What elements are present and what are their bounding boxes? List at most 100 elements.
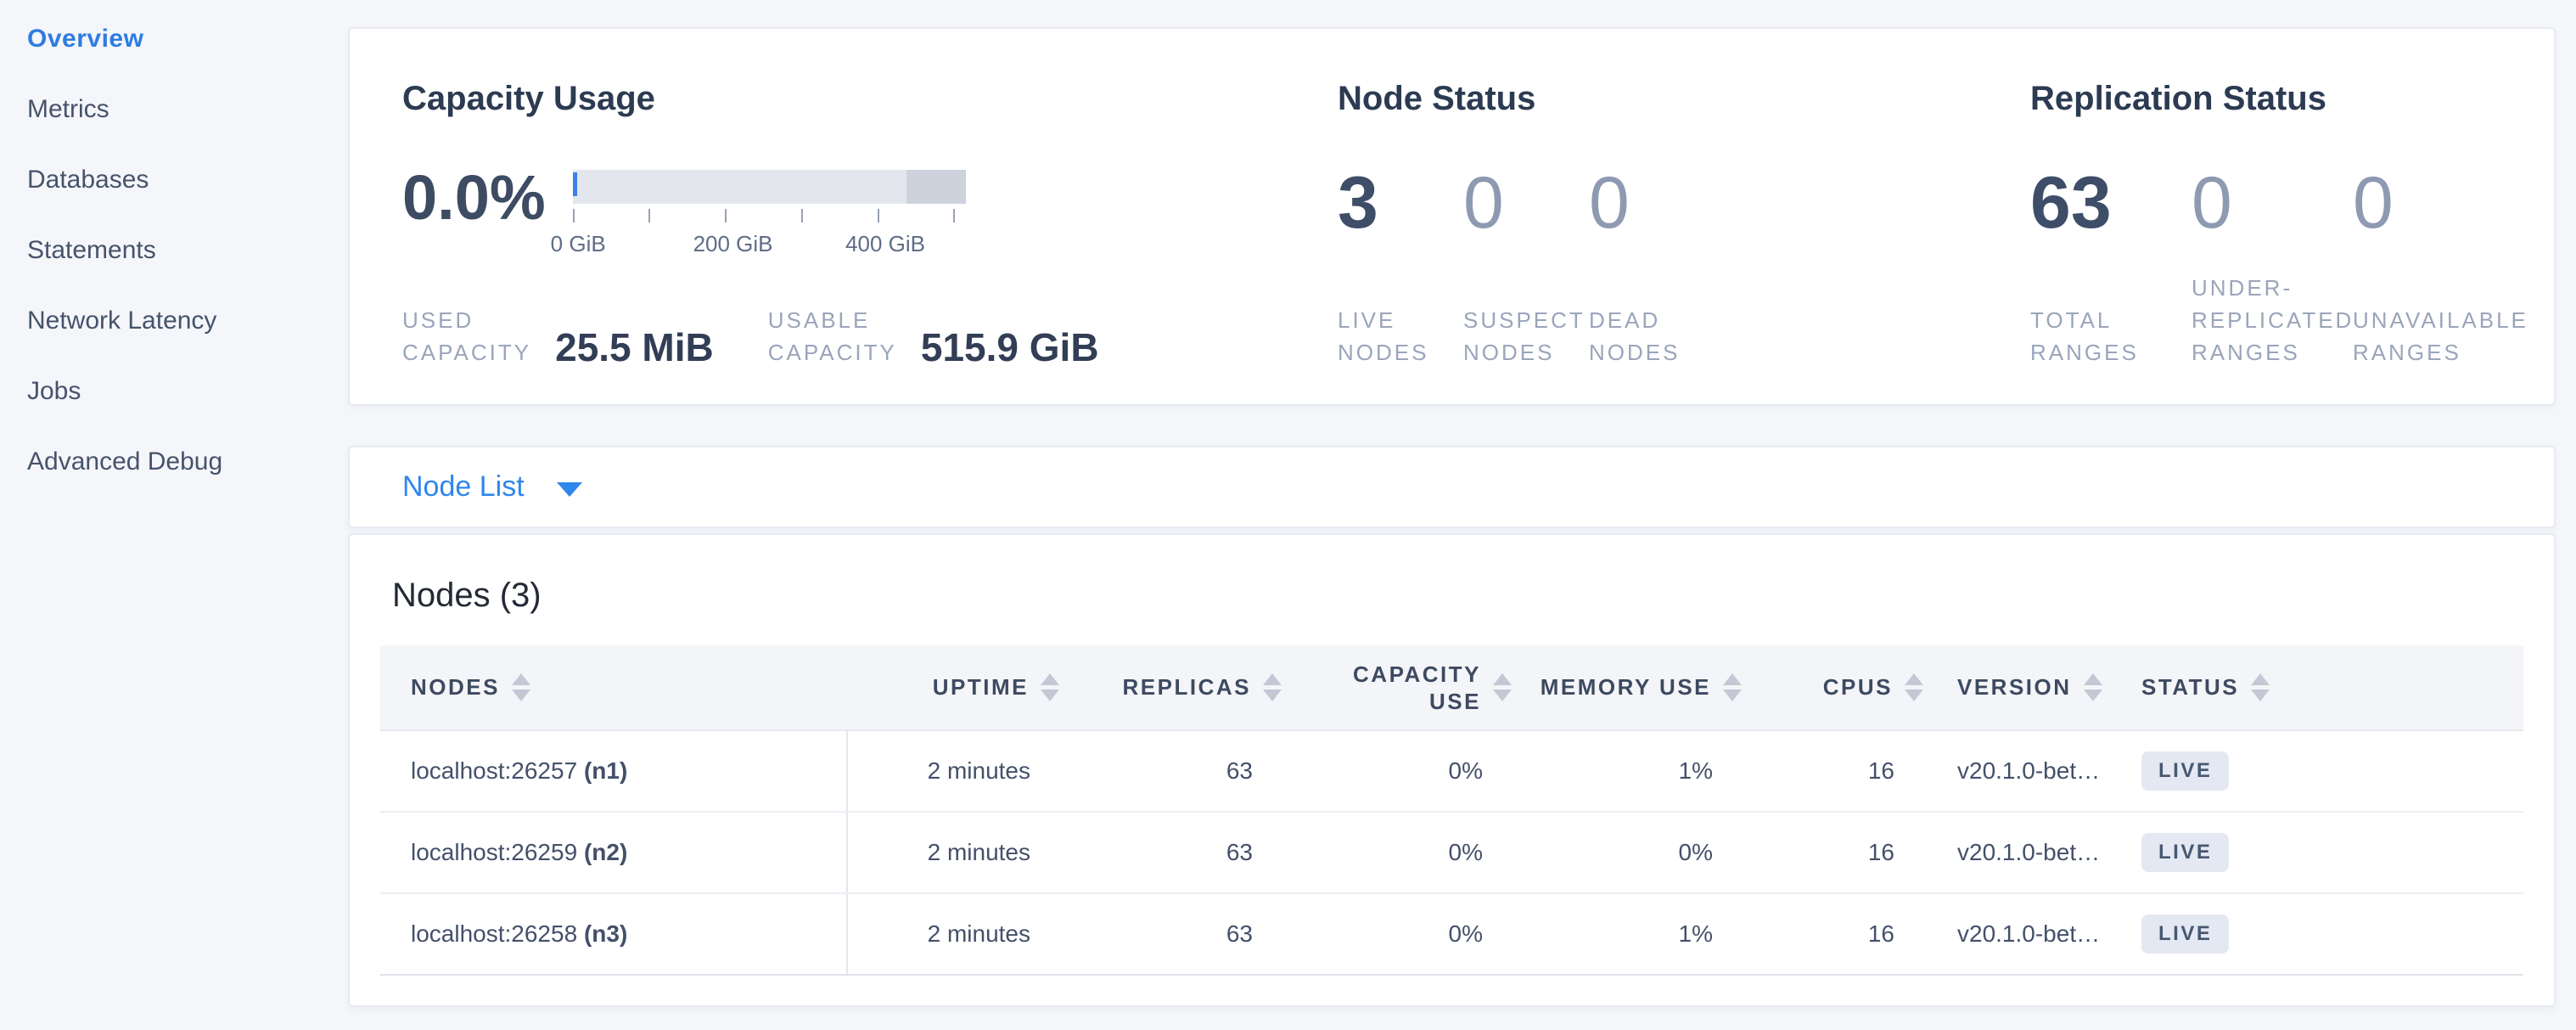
cpus-cell: 16 xyxy=(1742,893,1923,975)
suspect-nodes-value: 0 xyxy=(1463,166,1589,239)
gauge-tick xyxy=(878,209,879,222)
usable-capacity-label: USABLE CAPACITY xyxy=(768,304,897,369)
node-list-selector[interactable]: Node List xyxy=(402,470,582,504)
status-badge: LIVE xyxy=(2141,915,2229,954)
total-ranges-value: 63 xyxy=(2030,166,2192,239)
status-cell: LIVE xyxy=(2107,893,2523,975)
column-header-cpus[interactable]: CPUS xyxy=(1742,645,1923,730)
gauge-tick xyxy=(953,209,955,222)
version-cell: v20.1.0-bet… xyxy=(1923,812,2107,893)
uptime-cell: 2 minutes xyxy=(847,893,1059,975)
live-nodes-label: LIVE NODES xyxy=(1338,304,1463,369)
status-badge: LIVE xyxy=(2141,833,2229,872)
sort-icon xyxy=(512,673,530,701)
uptime-cell: 2 minutes xyxy=(847,812,1059,893)
sort-icon xyxy=(1493,673,1512,701)
node-status-section: Node Status 3 LIVE NODES 0 SUSPECT NODES… xyxy=(1338,78,2030,369)
node-id: (n1) xyxy=(584,757,627,784)
table-header-row: NODES UPTIME REPLICAS CAPACITY USE MEMOR… xyxy=(380,645,2523,730)
uptime-cell: 2 minutes xyxy=(847,730,1059,812)
nodes-table-card: Nodes (3) NODES UPTIME REPLICAS xyxy=(348,533,2556,1007)
memory-use-cell: 0% xyxy=(1512,812,1742,893)
usable-capacity-value: 515.9 GiB xyxy=(921,328,1099,367)
capacity-used-percent: 0.0% xyxy=(402,166,546,258)
node-address-cell: localhost:26257 (n1) xyxy=(380,730,847,812)
sidebar-item-advanced-debug[interactable]: Advanced Debug xyxy=(27,445,348,479)
under-replicated-ranges-stat: 0 UNDER- REPLICATED RANGES xyxy=(2192,166,2353,369)
gauge-ticks xyxy=(573,209,966,224)
sidebar-item-overview[interactable]: Overview xyxy=(27,22,348,56)
gauge-tick xyxy=(573,209,575,222)
sort-icon xyxy=(1041,673,1059,701)
column-header-capacity-use[interactable]: CAPACITY USE xyxy=(1282,645,1512,730)
column-header-memory-use[interactable]: MEMORY USE xyxy=(1512,645,1742,730)
gauge-axis-labels: 0 GiB200 GiB400 GiB xyxy=(573,231,966,258)
cpus-cell: 16 xyxy=(1742,812,1923,893)
under-replicated-ranges-label: UNDER- REPLICATED RANGES xyxy=(2192,272,2353,369)
node-id: (n2) xyxy=(584,839,627,865)
gauge-axis-label: 400 GiB xyxy=(845,231,925,257)
status-cell: LIVE xyxy=(2107,812,2523,893)
nodes-table-title: Nodes (3) xyxy=(392,576,2523,615)
capacity-gauge-bar xyxy=(573,170,966,204)
sort-icon xyxy=(1905,673,1923,701)
node-address: localhost:26258 xyxy=(411,920,577,947)
capacity-usage-section: Capacity Usage 0.0% 0 GiB200 GiB400 GiB … xyxy=(402,78,1338,369)
replicas-cell: 63 xyxy=(1059,893,1282,975)
memory-use-cell: 1% xyxy=(1512,730,1742,812)
node-address-cell: localhost:26258 (n3) xyxy=(380,893,847,975)
column-label: MEMORY USE xyxy=(1541,674,1711,701)
capacity-use-cell: 0% xyxy=(1282,893,1512,975)
node-address-cell: localhost:26259 (n2) xyxy=(380,812,847,893)
sidebar-item-jobs[interactable]: Jobs xyxy=(27,374,348,408)
column-label: CPUS xyxy=(1823,674,1893,701)
replicas-cell: 63 xyxy=(1059,812,1282,893)
unavailable-ranges-label: UNAVAILABLE RANGES xyxy=(2353,304,2514,369)
used-capacity-stat: USED CAPACITY 25.5 MiB xyxy=(402,304,714,369)
capacity-gauge: 0 GiB200 GiB400 GiB xyxy=(573,170,966,258)
unavailable-ranges-stat: 0 UNAVAILABLE RANGES xyxy=(2353,166,2514,369)
gauge-tick xyxy=(725,209,727,222)
suspect-nodes-label: SUSPECT NODES xyxy=(1463,304,1589,369)
node-address: localhost:26257 xyxy=(411,757,577,784)
column-header-replicas[interactable]: REPLICAS xyxy=(1059,645,1282,730)
column-label: NODES xyxy=(411,674,500,701)
column-header-nodes[interactable]: NODES xyxy=(380,645,847,730)
status-cell: LIVE xyxy=(2107,730,2523,812)
capacity-use-cell: 0% xyxy=(1282,730,1512,812)
dead-nodes-stat: 0 DEAD NODES xyxy=(1589,166,1715,369)
status-badge: LIVE xyxy=(2141,751,2229,791)
suspect-nodes-stat: 0 SUSPECT NODES xyxy=(1463,166,1589,369)
chevron-down-icon xyxy=(557,482,582,497)
column-label: CAPACITY USE xyxy=(1345,661,1481,715)
gauge-axis-label: 200 GiB xyxy=(693,231,773,257)
column-header-version[interactable]: VERSION xyxy=(1923,645,2107,730)
column-label: REPLICAS xyxy=(1123,674,1251,701)
cpus-cell: 16 xyxy=(1742,730,1923,812)
sidebar: Overview Metrics Databases Statements Ne… xyxy=(0,0,348,1030)
version-cell: v20.1.0-bet… xyxy=(1923,730,2107,812)
table-row[interactable]: localhost:26259 (n2) 2 minutes 63 0% 0% … xyxy=(380,812,2523,893)
sort-icon xyxy=(2084,673,2102,701)
used-capacity-value: 25.5 MiB xyxy=(555,328,714,367)
replication-status-title: Replication Status xyxy=(2030,78,2520,119)
view-selector-card: Node List xyxy=(348,446,2556,528)
sidebar-item-network-latency[interactable]: Network Latency xyxy=(27,304,348,338)
total-ranges-label: TOTAL RANGES xyxy=(2030,304,2192,369)
column-header-status[interactable]: STATUS xyxy=(2107,645,2523,730)
sort-icon xyxy=(1263,673,1282,701)
sidebar-item-statements[interactable]: Statements xyxy=(27,234,348,267)
gauge-axis-label: 0 GiB xyxy=(551,231,606,257)
gauge-dark-segment xyxy=(906,170,966,204)
column-label: VERSION xyxy=(1957,674,2072,701)
column-header-uptime[interactable]: UPTIME xyxy=(847,645,1059,730)
memory-use-cell: 1% xyxy=(1512,893,1742,975)
dead-nodes-label: DEAD NODES xyxy=(1589,304,1715,369)
capacity-usage-title: Capacity Usage xyxy=(402,78,1338,119)
live-nodes-value: 3 xyxy=(1338,166,1463,239)
sidebar-item-databases[interactable]: Databases xyxy=(27,163,348,197)
table-row[interactable]: localhost:26257 (n1) 2 minutes 63 0% 1% … xyxy=(380,730,2523,812)
node-list-selector-label: Node List xyxy=(402,470,525,504)
sidebar-item-metrics[interactable]: Metrics xyxy=(27,93,348,127)
table-row[interactable]: localhost:26258 (n3) 2 minutes 63 0% 1% … xyxy=(380,893,2523,975)
